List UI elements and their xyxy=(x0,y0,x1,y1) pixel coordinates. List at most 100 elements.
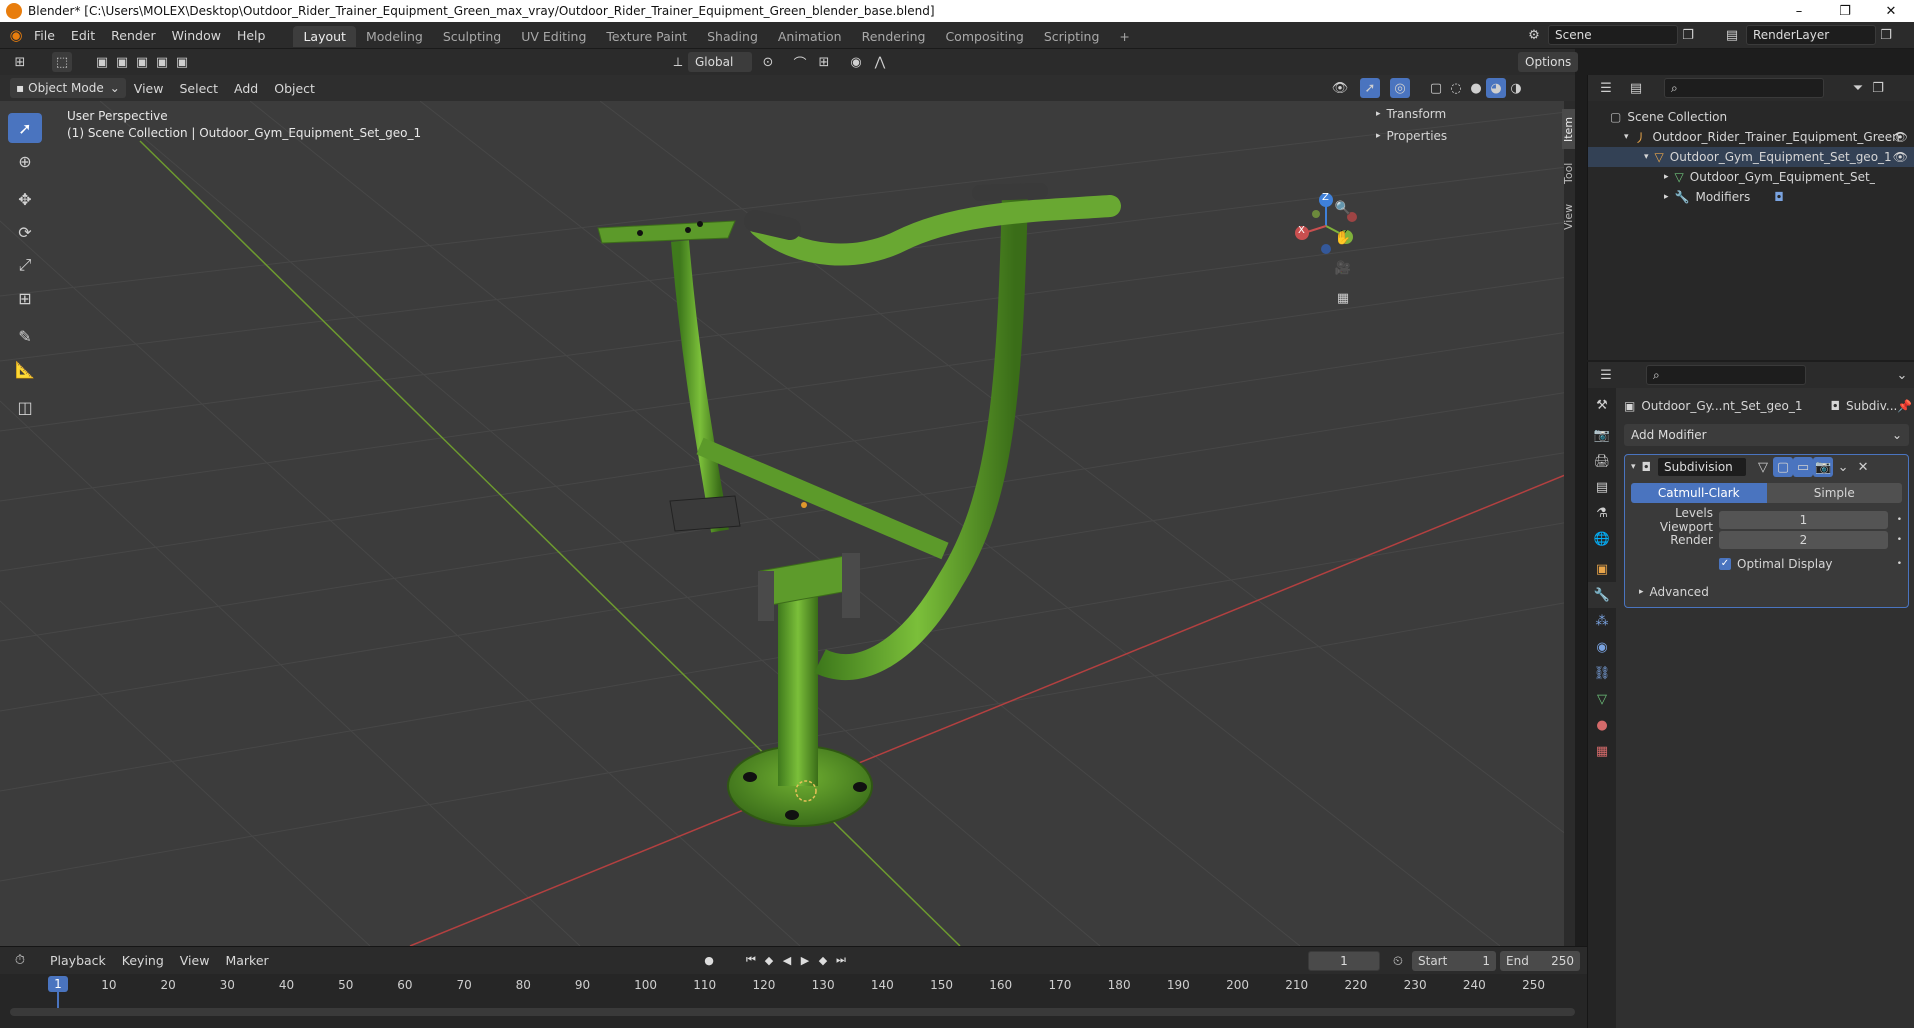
end-frame-field[interactable]: End 250 xyxy=(1500,951,1580,971)
select-extend-icon[interactable]: ▣ xyxy=(112,52,132,72)
expand-arrow-icon[interactable]: ▾ xyxy=(1644,152,1649,162)
timeline-scrollbar[interactable] xyxy=(10,1008,1575,1016)
3d-viewport[interactable]: Z Y X User Perspective (1) Scene Collect… xyxy=(0,101,1575,946)
move-tool[interactable]: ✥ xyxy=(8,184,42,214)
viewport-menu-select[interactable]: Select xyxy=(171,75,226,102)
timeline-menu-playback[interactable]: Playback xyxy=(42,947,114,974)
close-icon[interactable]: ✕ xyxy=(1853,457,1873,477)
keyframe-dot-icon[interactable]: • xyxy=(1888,515,1902,525)
catmull-clark-button[interactable]: Catmull-Clark xyxy=(1631,483,1767,503)
transform-orientation[interactable]: ⟂ Global xyxy=(668,52,752,72)
tab-rendering[interactable]: Rendering xyxy=(852,26,936,47)
chevron-down-icon[interactable]: ⌄ xyxy=(1833,457,1853,477)
texture-tab-icon[interactable]: ▦ xyxy=(1588,738,1616,764)
options-dropdown[interactable]: Options xyxy=(1518,52,1579,72)
maximize-button[interactable]: ❐ xyxy=(1822,0,1868,22)
xray-toggle-icon[interactable]: ▢ xyxy=(1426,78,1446,98)
display-mode-icon[interactable]: ▤ xyxy=(1626,78,1646,98)
viewport-menu-view[interactable]: View xyxy=(126,75,172,102)
tab-item[interactable]: Item xyxy=(1562,109,1575,149)
add-cube-tool[interactable]: ◫ xyxy=(8,392,42,422)
renderlayer-name-field[interactable]: RenderLayer xyxy=(1746,25,1876,45)
properties-search-input[interactable]: ⌕ xyxy=(1646,365,1806,385)
modifier-name-field[interactable]: Subdivision xyxy=(1657,457,1748,477)
pivot-point-icon[interactable]: ⊙ xyxy=(758,52,778,72)
render-tab-icon[interactable]: 📷 xyxy=(1588,422,1616,448)
current-frame-field[interactable]: 1 xyxy=(1308,951,1380,971)
physics-tab-icon[interactable]: ◉ xyxy=(1588,634,1616,660)
mode-dropdown[interactable]: ▪ Object Mode ⌄ xyxy=(10,78,126,98)
timeline[interactable]: 10 20 30 40 50 60 70 80 90 100 110 120 130 140 150 160 1… xyxy=(0,974,1587,1028)
tab-uv-editing[interactable]: UV Editing xyxy=(511,26,596,47)
particles-tab-icon[interactable]: ⁂ xyxy=(1588,608,1616,634)
select-subtract-icon[interactable]: ▣ xyxy=(132,52,152,72)
edit-mode-toggle-icon[interactable]: ▽ xyxy=(1753,457,1773,477)
outliner-item-selected[interactable]: ▾ ▽ Outdoor_Gym_Equipment_Set_geo_1 👁 xyxy=(1588,147,1914,167)
levels-viewport-field[interactable]: 1 xyxy=(1719,511,1888,529)
pan-hand-icon[interactable]: ✋ xyxy=(1330,225,1356,251)
tab-layout[interactable]: Layout xyxy=(293,26,356,47)
select-box-tool[interactable]: ➚ xyxy=(8,113,42,143)
render-levels-field[interactable]: 2 xyxy=(1719,531,1888,549)
expand-arrow-icon[interactable]: ▸ xyxy=(1664,192,1669,202)
visibility-icon[interactable]: 👁 xyxy=(1330,78,1350,98)
ortho-grid-icon[interactable]: ▦ xyxy=(1330,285,1356,311)
modifier-tab-icon[interactable]: 🔧 xyxy=(1588,582,1616,608)
view-layer-tab-icon[interactable]: ▤ xyxy=(1588,474,1616,500)
orientation-dropdown[interactable]: Global xyxy=(688,52,752,72)
minimize-button[interactable]: – xyxy=(1776,0,1822,22)
render-toggle-icon[interactable]: 📷 xyxy=(1813,457,1834,477)
tab-modeling[interactable]: Modeling xyxy=(356,26,433,47)
expand-arrow-icon[interactable]: ▾ xyxy=(1624,132,1629,142)
cursor-tool[interactable]: ⊕ xyxy=(8,146,42,176)
editor-type-icon[interactable]: ⊞ xyxy=(10,52,30,72)
annotate-tool[interactable]: ✎ xyxy=(8,321,42,351)
rotate-tool[interactable]: ⟳ xyxy=(8,217,42,247)
play-icon[interactable]: ▶ xyxy=(796,951,814,969)
scale-tool[interactable]: ⤢ xyxy=(8,250,42,280)
outliner-search-input[interactable]: ⌕ xyxy=(1664,78,1824,98)
tab-animation[interactable]: Animation xyxy=(768,26,852,47)
play-reverse-icon[interactable]: ◀ xyxy=(778,951,796,969)
tab-texture-paint[interactable]: Texture Paint xyxy=(596,26,697,47)
tab-compositing[interactable]: Compositing xyxy=(935,26,1033,47)
viewport-menu-add[interactable]: Add xyxy=(226,75,266,102)
camera-icon[interactable]: 🎥 xyxy=(1330,255,1356,281)
menu-file[interactable]: File xyxy=(26,22,63,49)
menu-edit[interactable]: Edit xyxy=(63,22,103,49)
select-tool-icon[interactable]: ⬚ xyxy=(52,52,72,72)
close-button[interactable]: ✕ xyxy=(1868,0,1914,22)
falloff-icon[interactable]: ⋀ xyxy=(870,52,890,72)
snap-target-icon[interactable]: ⊞ xyxy=(814,52,834,72)
viewport-menu-object[interactable]: Object xyxy=(266,75,323,102)
scene-tab-icon[interactable]: ⚗ xyxy=(1588,500,1616,526)
tab-sculpting[interactable]: Sculpting xyxy=(433,26,511,47)
pin-icon[interactable]: 📌 xyxy=(1897,399,1912,413)
renderlayer-icon[interactable]: ▤ xyxy=(1722,25,1742,45)
overlay-toggle-icon[interactable]: ◎ xyxy=(1390,78,1410,98)
menu-render[interactable]: Render xyxy=(103,22,164,49)
blender-menu-icon[interactable]: ◉ xyxy=(6,25,26,45)
filter-icon[interactable]: ⏷ xyxy=(1848,78,1868,98)
frame-ruler[interactable]: 10 20 30 40 50 60 70 80 90 100 110 120 130 140 150 160 1… xyxy=(0,974,1587,994)
jump-end-icon[interactable]: ⏭ xyxy=(832,951,850,969)
tool-tab-icon[interactable]: ⚒ xyxy=(1588,392,1616,418)
add-modifier-dropdown[interactable]: Add Modifier ⌄ xyxy=(1624,424,1909,446)
cage-toggle-icon[interactable]: ▢ xyxy=(1773,457,1794,477)
material-tab-icon[interactable]: ● xyxy=(1588,712,1616,738)
properties-editor-icon[interactable]: ☰ xyxy=(1596,365,1616,385)
shading-solid-icon[interactable]: ● xyxy=(1466,78,1486,98)
constraints-tab-icon[interactable]: ⛓ xyxy=(1588,660,1616,686)
timeline-menu-marker[interactable]: Marker xyxy=(217,947,276,974)
panel-properties[interactable]: ▸ Properties xyxy=(1372,125,1557,147)
next-keyframe-icon[interactable]: ◆ xyxy=(814,951,832,969)
outliner-root[interactable]: ▢ Scene Collection xyxy=(1588,107,1914,127)
timeline-menu-view[interactable]: View xyxy=(172,947,218,974)
scene-name-field[interactable]: Scene xyxy=(1548,25,1678,45)
keyframe-dot-icon[interactable]: • xyxy=(1897,559,1902,569)
select-new-icon[interactable]: ▣ xyxy=(92,52,112,72)
shading-material-icon[interactable]: ◕ xyxy=(1486,78,1506,98)
new-collection-icon[interactable]: ❐ xyxy=(1868,78,1888,98)
preview-range-icon[interactable]: ⏲ xyxy=(1388,951,1408,971)
outliner-item[interactable]: ▸ 🔧 Modifiers ◘ xyxy=(1588,187,1914,207)
